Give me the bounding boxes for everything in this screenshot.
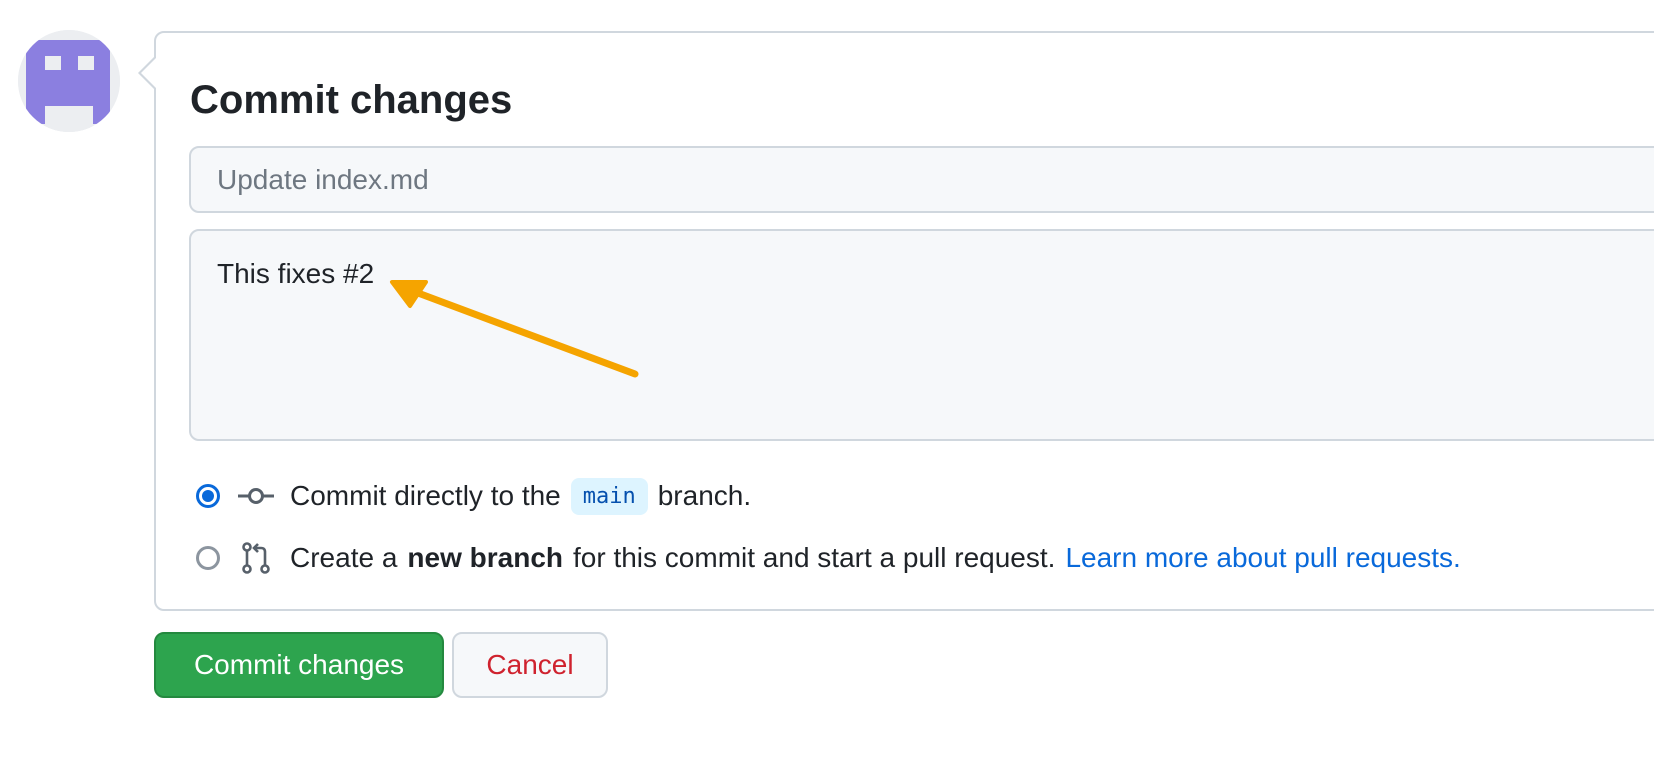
commit-direct-radio[interactable] [196,484,220,508]
learn-more-pull-requests-link[interactable]: Learn more about pull requests. [1065,542,1460,574]
commit-box-pointer-inner [141,58,156,88]
new-branch-prefix: Create a [290,542,398,573]
cancel-button[interactable]: Cancel [452,632,608,698]
git-commit-icon [238,488,274,504]
git-pull-request-icon [242,542,270,574]
new-branch-radio[interactable] [196,546,220,570]
branch-name-badge: main [570,477,648,515]
new-branch-option[interactable]: Create a new branch for this commit and … [196,538,1461,578]
new-branch-bold: new branch [407,542,563,573]
identicon-avatar-icon [18,30,120,132]
commit-direct-prefix: Commit directly to the [290,480,561,511]
commit-direct-option[interactable]: Commit directly to the main branch. [196,476,751,516]
commit-changes-button[interactable]: Commit changes [154,632,444,698]
new-branch-suffix: for this commit and start a pull request… [573,542,1056,573]
annotation-arrow-icon [390,280,639,378]
page-title: Commit changes [190,78,513,122]
commit-summary-input[interactable] [189,146,1654,213]
commit-form-page: Commit changes This fixes #2 Commit dire… [0,0,1654,758]
commit-direct-suffix: branch. [657,480,752,511]
user-avatar [18,30,120,132]
